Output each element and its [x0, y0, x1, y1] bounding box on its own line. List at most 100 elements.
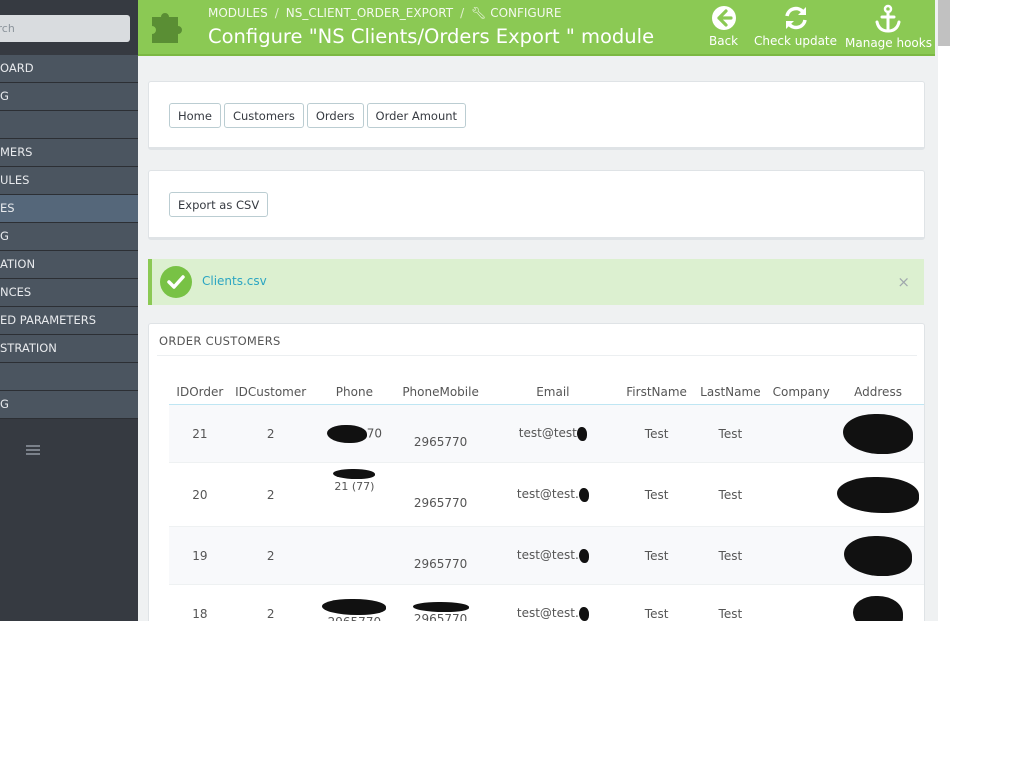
sidebar-item-orders[interactable] [0, 111, 138, 139]
breadcrumb-modules[interactable]: MODULES [208, 6, 268, 20]
column-header: Phone [310, 379, 399, 405]
cell-company [770, 584, 833, 621]
sidebar-item-active[interactable]: ES [0, 195, 138, 223]
cell-id-customer: 2 [230, 584, 311, 621]
cell-email-text: test@test. [516, 606, 579, 621]
cell-phone-mobile-text: 2965770 [413, 434, 468, 449]
cell-email: test@test. [483, 526, 623, 585]
sidebar-item-misc[interactable]: G [0, 391, 138, 419]
cell-address [832, 526, 924, 585]
sidebar-item-shipping[interactable]: G [0, 223, 138, 251]
redaction-mark [578, 606, 589, 621]
sidebar-item-stats[interactable] [0, 363, 138, 391]
column-header: PhoneMobile [398, 379, 484, 405]
redaction-mark [843, 413, 914, 454]
cell-phone [310, 526, 399, 585]
hamburger-icon[interactable] [26, 445, 40, 457]
page-scrollbar[interactable] [938, 0, 950, 621]
back-button[interactable]: Back [709, 4, 738, 48]
redaction-mark [578, 487, 589, 502]
redaction-mark [578, 548, 589, 563]
cell-id-customer: 2 [230, 404, 311, 463]
breadcrumb-module-name[interactable]: NS_CLIENT_ORDER_EXPORT [286, 6, 453, 20]
check-circle-icon [160, 266, 192, 298]
cell-last-name: Test [690, 462, 771, 527]
sidebar-item-label: ES [0, 201, 15, 215]
redaction-mark [326, 424, 367, 443]
cell-email: test@test. [483, 584, 623, 621]
cell-address [832, 584, 924, 621]
breadcrumb-configure: CONFIGURE [490, 6, 562, 20]
csv-file-link[interactable]: Clients.csv [202, 274, 267, 288]
sidebar-item-label: G [0, 89, 9, 103]
puzzle-icon [152, 13, 182, 43]
cell-email-text: test@test. [516, 548, 579, 563]
sidebar-item-dashboard[interactable]: OARD [0, 55, 138, 83]
cell-phone-mobile-text: 2965770 [413, 611, 468, 622]
orders-button[interactable]: Orders [306, 103, 364, 128]
manage-hooks-button[interactable]: Manage hooks [845, 4, 932, 50]
check-update-label: Check update [754, 34, 838, 48]
page-title: Configure "NS Clients/Orders Export " mo… [208, 25, 655, 48]
admin-sidebar: OARD G MERS ULES ES G ATION NCES ED PARA… [0, 0, 138, 621]
cell-phone-text: 70 [366, 426, 383, 440]
customers-button[interactable]: Customers [223, 103, 304, 128]
redaction-mark [576, 426, 587, 441]
cell-last-name: Test [690, 526, 771, 585]
cell-phone-mobile-text: 2965770 [413, 495, 468, 510]
page-header: MODULES / NS_CLIENT_ORDER_EXPORT / 🔧︎ CONFIG… [138, 0, 935, 56]
sidebar-item-label: G [0, 397, 9, 411]
column-header: IDOrder [169, 379, 231, 405]
sidebar-item-advanced-parameters[interactable]: ED PARAMETERS [0, 307, 138, 335]
cell-email: test@test. [483, 462, 623, 527]
redaction-mark [853, 595, 904, 621]
cell-id-customer: 2 [230, 462, 311, 527]
sidebar-item-modules[interactable]: ULES [0, 167, 138, 195]
check-update-button[interactable]: Check update [754, 4, 837, 48]
column-header: FirstName [622, 379, 691, 405]
sidebar-item-label: ATION [0, 257, 36, 271]
manage-hooks-label: Manage hooks [845, 36, 932, 50]
heading-divider [157, 355, 917, 356]
order-amount-button[interactable]: Order Amount [366, 103, 467, 128]
sidebar-item-administration[interactable]: STRATION [0, 335, 138, 363]
sidebar-item-label: NCES [0, 285, 32, 299]
cell-phone: 70 [310, 404, 399, 463]
sidebar-item-customers[interactable]: MERS [0, 139, 138, 167]
cell-phone-mobile-text: 2965770 [413, 556, 468, 571]
back-label: Back [709, 34, 739, 48]
sidebar-item-preferences[interactable]: NCES [0, 279, 138, 307]
arrow-left-circle-icon [711, 6, 736, 30]
cell-email-text: test@test. [516, 487, 579, 502]
home-button[interactable]: Home [169, 103, 221, 128]
table-row: 20 2 21 (77) 2965770 test@test. Test Tes… [169, 462, 924, 527]
cell-last-name: Test [690, 404, 771, 463]
sidebar-item-catalog[interactable]: G [0, 83, 138, 111]
cell-phone-text: 21 (77) [334, 480, 375, 493]
cell-id-order: 18 [169, 584, 231, 621]
sidebar-item-label: OARD [0, 61, 34, 75]
close-icon[interactable]: × [897, 273, 910, 291]
cell-phone-mobile: 2965770 [398, 462, 484, 527]
sidebar-item-localization[interactable]: ATION [0, 251, 138, 279]
cell-phone: 21 (77) [310, 462, 399, 527]
search-input[interactable] [0, 15, 128, 42]
cell-id-order: 21 [169, 404, 231, 463]
cell-address [832, 404, 924, 463]
cell-last-name: Test [690, 584, 771, 621]
column-header: Email [483, 379, 623, 405]
column-header: Company [770, 379, 833, 405]
cell-first-name: Test [622, 404, 691, 463]
redaction-mark [844, 535, 913, 576]
cell-first-name: Test [622, 526, 691, 585]
export-csv-button[interactable]: Export as CSV [169, 192, 269, 217]
cell-phone-text: 2965770 [328, 615, 381, 622]
cell-company [770, 526, 833, 585]
table-row: 21 2 70 2965770 test@test Test Test [169, 404, 924, 463]
cell-phone: 2965770 [310, 584, 399, 622]
sidebar-item-label: STRATION [0, 341, 57, 355]
anchor-icon [875, 4, 901, 33]
cell-email-text: test@test [518, 426, 577, 441]
cell-first-name: Test [622, 462, 691, 527]
scrollbar-thumb[interactable] [938, 0, 950, 46]
